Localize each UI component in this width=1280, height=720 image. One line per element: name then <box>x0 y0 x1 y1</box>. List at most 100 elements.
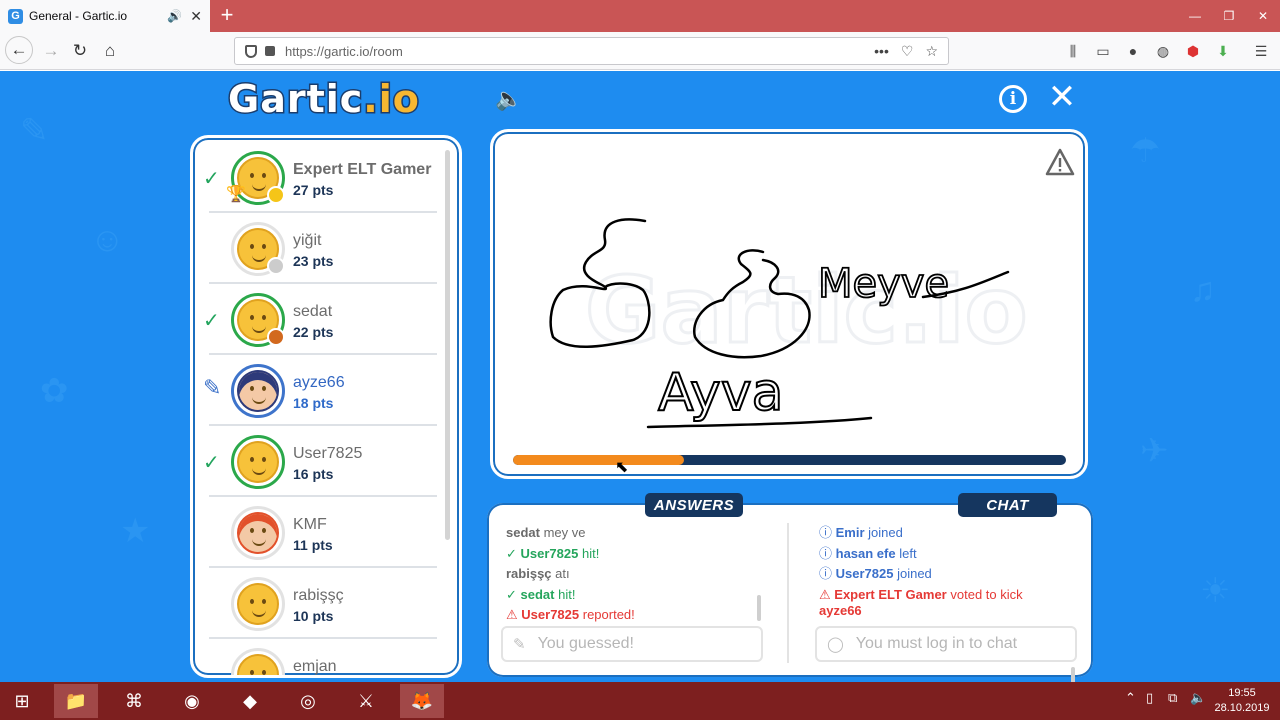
gartic-logo: Gartic.io <box>226 76 420 123</box>
forward-button[interactable]: → <box>38 38 64 64</box>
library-icon[interactable]: ⫼ <box>1062 40 1084 62</box>
canvas-watermark: Gartic.io <box>585 257 1028 364</box>
browser-tab[interactable]: G General - Gartic.io 🔊 ✕ <box>0 0 210 32</box>
guessed-check-icon: ✓ <box>203 310 220 332</box>
restore-window-icon[interactable]: ❐ <box>1212 0 1246 32</box>
player-avatar[interactable] <box>231 364 285 418</box>
chat-scrollbar[interactable] <box>1071 667 1075 682</box>
tray-network-icon[interactable]: ⧉ <box>1168 690 1177 706</box>
player-row[interactable]: rabişşç 10 pts <box>193 568 443 639</box>
chrome-icon[interactable]: ◎ <box>286 684 330 718</box>
info-circle-icon: ⓘ <box>819 566 836 581</box>
close-room-icon[interactable]: ✕ <box>1046 78 1078 116</box>
feeds-divider <box>787 523 789 663</box>
player-avatar[interactable] <box>231 648 285 675</box>
new-tab-button[interactable]: + <box>216 4 238 26</box>
bg-doodle-icon: ☀ <box>1200 572 1231 610</box>
pocket-icon[interactable]: ♡ <box>901 43 914 60</box>
player-row[interactable]: yiğit 23 pts <box>193 213 443 284</box>
answers-header: ANSWERS <box>645 493 743 517</box>
answer-line: ✓ sedat hit! <box>506 585 776 606</box>
address-bar[interactable]: https://gartic.io/room ••• ♡ ☆ <box>234 37 949 65</box>
sound-icon[interactable]: 🔈 <box>492 85 526 113</box>
chat-list: ⓘ Emir joined ⓘ hasan efe left ⓘ User7825 … <box>819 523 1079 619</box>
tray-expand-icon[interactable]: ⌃ <box>1125 690 1136 706</box>
warning-icon: ⚠ <box>819 586 835 602</box>
player-avatar[interactable] <box>231 506 285 560</box>
download-extension-icon[interactable]: ⬇ <box>1212 40 1234 62</box>
player-row[interactable]: ✎ ayze66 18 pts <box>193 355 443 426</box>
sidebar-icon[interactable]: ▭ <box>1092 40 1114 62</box>
player-points: 23 pts <box>293 253 334 269</box>
answer-line: ⚠ User7825 reported! <box>506 605 776 626</box>
tray-volume-icon[interactable]: 🔈 <box>1190 690 1206 706</box>
account-icon[interactable]: ● <box>1122 40 1144 62</box>
bg-doodle-icon: ✎ <box>20 112 49 150</box>
bookmark-star-icon[interactable]: ☆ <box>925 43 938 60</box>
system-clock[interactable]: 19:55 28.10.2019 <box>1212 686 1272 716</box>
pencil-icon: ✎ <box>513 636 526 653</box>
gartic-favicon-icon: G <box>8 8 23 24</box>
globe-icon[interactable]: ◍ <box>1152 40 1174 62</box>
player-name: rabişşç <box>293 587 344 604</box>
info-icon[interactable]: i <box>999 85 1027 113</box>
timer-progress-bar <box>513 455 1066 465</box>
url-text[interactable]: https://gartic.io/room <box>285 44 862 59</box>
game-app-icon[interactable]: ⚔ <box>344 684 388 718</box>
answer-line: rabişşç atı <box>506 564 776 585</box>
chat-author: Emir <box>835 525 865 540</box>
player-avatar[interactable]: 🏆 <box>226 151 285 205</box>
close-window-icon[interactable]: ✕ <box>1246 0 1280 32</box>
drawn-word-1: Meyve <box>818 261 949 307</box>
tracking-shield-icon[interactable] <box>245 44 257 58</box>
answer-line: ✓ User7825 hit! <box>506 544 776 565</box>
chat-input[interactable]: ◯ You must log in to chat <box>815 626 1077 662</box>
answer-input[interactable]: ✎ You guessed! <box>501 626 763 662</box>
app-icon[interactable]: ⌘ <box>112 684 156 718</box>
guessed-check-icon: ✓ <box>203 168 220 190</box>
drawing-svg: Gartic.io Meyve Ayva <box>549 218 1029 429</box>
answers-scrollbar[interactable] <box>757 595 761 621</box>
chat-author: User7825 <box>835 566 894 581</box>
obs-icon[interactable]: ◉ <box>170 684 214 718</box>
feeds-panel: sedat mey ve ✓ User7825 hit! rabişşç atı ✓ … <box>487 503 1093 682</box>
chat-author: ayze66 <box>819 603 862 618</box>
player-avatar[interactable] <box>231 577 285 631</box>
file-explorer-icon[interactable]: 📁 <box>54 684 98 718</box>
reload-button[interactable]: ↻ <box>67 38 93 64</box>
player-row[interactable]: ✓ sedat 22 pts <box>193 284 443 355</box>
player-points: 16 pts <box>293 466 334 482</box>
extension-abp-icon[interactable]: ⬢ <box>1182 40 1204 62</box>
tray-device-icon[interactable]: ▯ <box>1146 690 1153 706</box>
home-button[interactable]: ⌂ <box>97 38 123 64</box>
tab-close-icon[interactable]: ✕ <box>190 8 202 25</box>
chat-line: ⚠ Expert ELT Gamer voted to kick <box>819 585 1079 606</box>
player-avatar[interactable] <box>231 222 285 276</box>
player-points: 22 pts <box>293 324 334 340</box>
player-name: emjan <box>293 658 337 675</box>
players-scrollbar[interactable] <box>445 150 450 540</box>
minimize-window-icon[interactable]: ― <box>1178 0 1212 32</box>
player-avatar[interactable] <box>231 293 285 347</box>
bg-doodle-icon: ★ <box>120 512 151 550</box>
page-actions-icon[interactable]: ••• <box>874 43 889 59</box>
drawing-canvas[interactable]: Gartic.io Meyve Ayva ⬉ <box>490 129 1088 479</box>
player-row[interactable]: ✓ User7825 16 pts <box>193 426 443 497</box>
info-circle-icon: ⓘ <box>819 525 836 540</box>
windows-start-icon[interactable]: ⊞ <box>0 684 44 718</box>
players-list: ✓ 🏆 Expert ELT Gamer 27 pts yiğit 23 pts ✓ seda… <box>190 135 462 678</box>
answer-text: hit! <box>558 586 576 602</box>
bg-doodle-icon: ☂ <box>1130 132 1161 170</box>
tab-audio-icon[interactable]: 🔊 <box>167 9 182 23</box>
bluestacks-icon[interactable]: ◆ <box>228 684 272 718</box>
player-row[interactable]: KMF 11 pts <box>193 497 443 568</box>
report-warning-icon[interactable] <box>1045 148 1075 176</box>
player-row[interactable]: ✓ 🏆 Expert ELT Gamer 27 pts <box>193 142 443 213</box>
player-row[interactable]: emjan <box>193 639 443 675</box>
menu-icon[interactable]: ☰ <box>1250 40 1272 62</box>
lock-icon[interactable] <box>265 46 275 56</box>
player-avatar[interactable] <box>231 435 285 489</box>
chat-bubble-icon: ◯ <box>827 636 844 653</box>
firefox-icon[interactable]: 🦊 <box>400 684 444 718</box>
back-button[interactable]: ← <box>5 36 33 64</box>
